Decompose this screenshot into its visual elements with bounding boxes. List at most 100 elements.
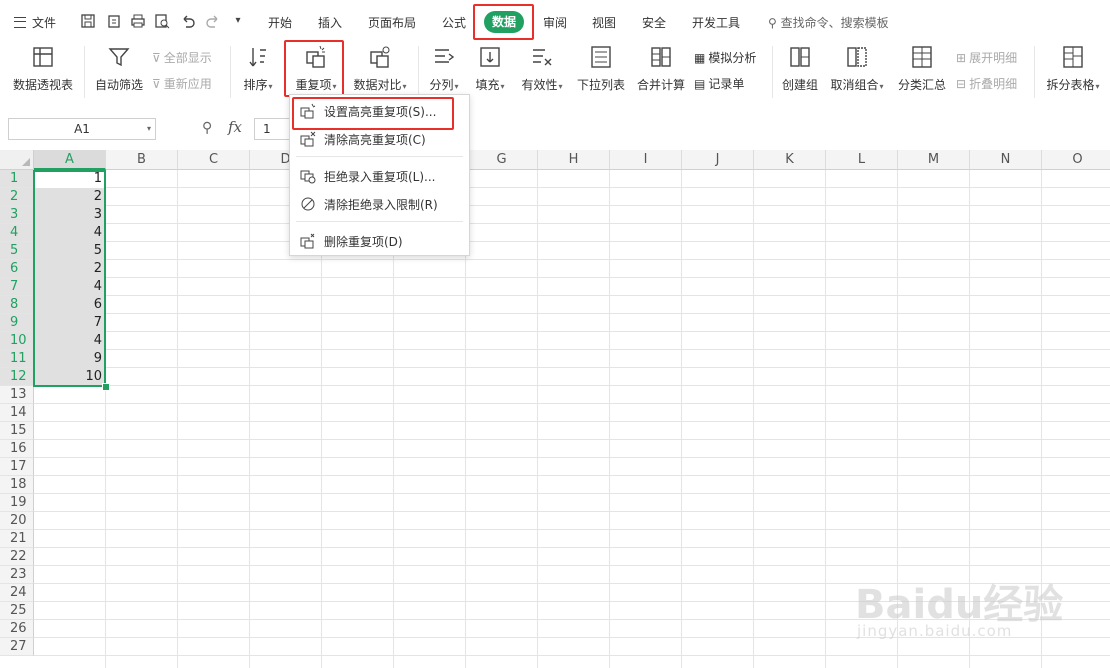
ungroup-button[interactable]: 取消组合▾ [826,44,888,102]
tab-page-layout[interactable]: 页面布局 [368,14,416,31]
row-header-2[interactable]: 2 [0,188,34,206]
column-header-i[interactable]: I [610,150,682,170]
column-header-j[interactable]: J [682,150,754,170]
what-if-icon: ▦ [694,50,706,65]
row-gridline [34,421,1110,422]
row-header-23[interactable]: 23 [0,566,34,584]
export-icon[interactable] [106,13,122,29]
split-table-button[interactable]: 拆分表格▾ [1040,44,1106,102]
record-form-button[interactable]: ▤ 记录单 [694,75,744,92]
sort-label: 排序▾ [243,76,272,93]
select-all-corner[interactable] [0,150,34,170]
row-header-3[interactable]: 3 [0,206,34,224]
tab-insert[interactable]: 插入 [318,14,342,31]
row-header-19[interactable]: 19 [0,494,34,512]
zoom-icon[interactable]: ⚲ [202,120,212,136]
validity-button[interactable]: 有效性▾ [516,44,568,102]
tab-developer[interactable]: 开发工具 [692,14,740,31]
row-header-16[interactable]: 16 [0,440,34,458]
tab-security[interactable]: 安全 [642,14,666,31]
autofilter-button[interactable]: 自动筛选 [92,44,146,102]
print-icon[interactable] [130,13,146,29]
undo-icon[interactable] [180,13,196,29]
data-compare-icon [370,46,390,68]
reapply-icon: ⊽ [152,76,161,91]
create-group-button[interactable]: 创建组 [778,44,822,102]
row-header-12[interactable]: 12 [0,368,34,386]
fx-icon[interactable]: fx [228,118,242,136]
row-header-22[interactable]: 22 [0,548,34,566]
collapse-detail-label: 折叠明细 [969,77,1018,91]
row-header-5[interactable]: 5 [0,242,34,260]
row-header-20[interactable]: 20 [0,512,34,530]
formula-input[interactable]: 1 [254,118,294,140]
sort-button[interactable]: 排序▾ [238,44,278,102]
name-box[interactable]: A1 ▾ [8,118,156,140]
row-header-18[interactable]: 18 [0,476,34,494]
row-header-25[interactable]: 25 [0,602,34,620]
row-gridline [34,331,1110,332]
validity-icon [533,49,552,66]
row-header-26[interactable]: 26 [0,620,34,638]
row-header-4[interactable]: 4 [0,224,34,242]
row-header-27[interactable]: 27 [0,638,34,656]
pivot-table-button[interactable]: 数据透视表 [10,44,76,102]
menu-item-remove-duplicates[interactable]: 删除重复项(D) [290,228,469,254]
menu-item-clear-reject-restriction[interactable]: 清除拒绝录入限制(R) [290,191,469,217]
column-header-c[interactable]: C [178,150,250,170]
row-header-17[interactable]: 17 [0,458,34,476]
file-menu[interactable]: 文件 [14,14,56,31]
row-header-11[interactable]: 11 [0,350,34,368]
column-gridline [681,170,682,668]
print-preview-icon[interactable] [154,13,170,29]
menu-item-reject-duplicate-entry[interactable]: 拒绝录入重复项(L)... [290,163,469,189]
tab-formulas[interactable]: 公式 [442,14,466,31]
save-icon[interactable] [80,13,96,29]
tab-home[interactable]: 开始 [268,14,292,31]
command-search[interactable]: ⚲ 查找命令、搜索模板 [768,14,889,31]
show-all-label: 全部显示 [163,51,212,65]
column-header-b[interactable]: B [106,150,178,170]
row-header-14[interactable]: 14 [0,404,34,422]
consolidate-icon [651,47,671,67]
row-header-13[interactable]: 13 [0,386,34,404]
row-gridline [34,367,1110,368]
show-all-button[interactable]: ⊽ 全部显示 [152,49,212,66]
column-header-l[interactable]: L [826,150,898,170]
expand-detail-button[interactable]: ⊞ 展开明细 [956,49,1017,66]
row-header-9[interactable]: 9 [0,314,34,332]
column-gridline [537,170,538,668]
fill-icon [480,47,500,67]
row-header-10[interactable]: 10 [0,332,34,350]
column-header-a[interactable]: A [34,150,106,170]
consolidate-button[interactable]: 合并计算 [634,44,688,102]
formula-bar: A1 ▾ ⚲ fx 1 [0,106,1110,150]
pivot-table-label: 数据透视表 [12,78,73,92]
validity-text: 有效性 [521,78,558,92]
column-header-m[interactable]: M [898,150,970,170]
name-box-dropdown-icon[interactable]: ▾ [147,119,151,139]
row-header-7[interactable]: 7 [0,278,34,296]
collapse-detail-button[interactable]: ⊟ 折叠明细 [956,75,1017,92]
row-header-15[interactable]: 15 [0,422,34,440]
column-header-o[interactable]: O [1042,150,1110,170]
column-header-h[interactable]: H [538,150,610,170]
what-if-analysis-button[interactable]: ▦ 模拟分析 [694,49,756,66]
row-header-6[interactable]: 6 [0,260,34,278]
row-header-1[interactable]: 1 [0,170,34,188]
row-header-8[interactable]: 8 [0,296,34,314]
tab-view[interactable]: 视图 [592,14,616,31]
column-header-g[interactable]: G [466,150,538,170]
column-header-k[interactable]: K [754,150,826,170]
subtotal-button[interactable]: 分类汇总 [896,44,948,102]
row-header-24[interactable]: 24 [0,584,34,602]
tab-review[interactable]: 审阅 [543,14,567,31]
dropdown-list-button[interactable]: 下拉列表 [574,44,628,102]
row-header-21[interactable]: 21 [0,530,34,548]
column-header-n[interactable]: N [970,150,1042,170]
reapply-button[interactable]: ⊽ 重新应用 [152,75,212,92]
fill-handle[interactable] [102,383,110,391]
customize-quick-access-icon[interactable]: ▾ [230,13,246,29]
fill-button[interactable]: 填充▾ [470,44,510,102]
redo-icon[interactable] [205,13,221,29]
